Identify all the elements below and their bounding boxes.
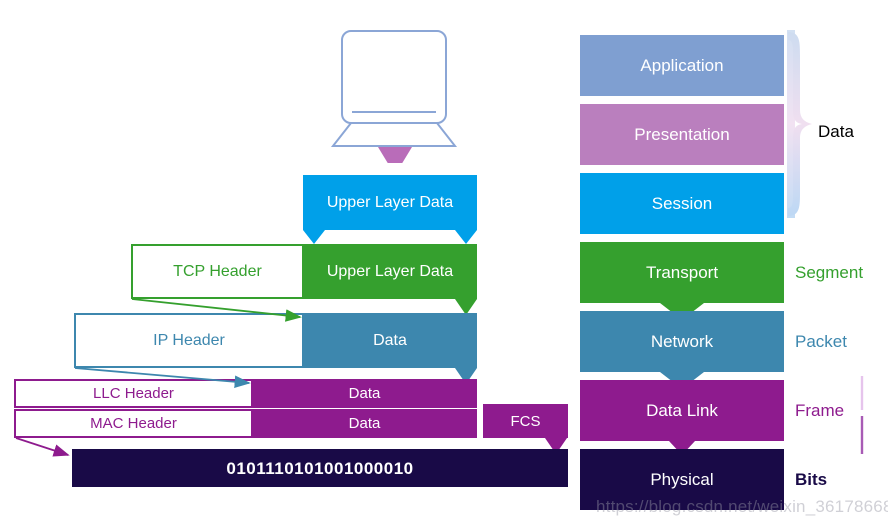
data-brace — [787, 30, 812, 218]
block-physical-bits: 0101110101001000010 — [72, 449, 568, 487]
osi-layer-label: Transport — [645, 263, 719, 282]
block-label: Data — [348, 415, 381, 432]
block-session-upper-layer-data: Upper Layer Data — [303, 175, 477, 230]
block-llc-payload: Data — [252, 379, 477, 408]
diagram-canvas: Upper Layer Data Upper Layer Data TCP He… — [0, 0, 888, 529]
block-label: Data — [348, 385, 381, 402]
block-label: MAC Header — [90, 415, 177, 432]
osi-layer-network[interactable]: Network — [580, 311, 784, 389]
notch-session-right — [455, 230, 477, 244]
block-transport-payload: Upper Layer Data — [303, 244, 477, 299]
block-tcp-header: TCP Header — [131, 244, 304, 299]
osi-pdu-network: Packet — [795, 311, 847, 372]
osi-layer-label: Application — [640, 56, 724, 75]
osi-pdu-label: Frame — [795, 400, 845, 420]
osi-pdu-label: Bits — [795, 469, 828, 489]
osi-pdu-transport: Segment — [795, 242, 863, 303]
block-label: FCS — [510, 412, 541, 430]
block-ip-header: IP Header — [74, 313, 304, 368]
watermark: https://blog.csdn.net/weixin_36178668 — [596, 497, 888, 516]
frame-brace-fragment — [860, 376, 864, 454]
block-mac-header: MAC Header — [14, 409, 253, 438]
osi-layer-label: Network — [650, 332, 714, 351]
osi-pdu-datalink: Frame — [795, 380, 844, 441]
block-mac-payload: Data — [252, 409, 477, 438]
laptop-down-arrow — [378, 147, 412, 163]
osi-layer-datalink[interactable]: Data Link — [580, 380, 784, 455]
osi-pdu-label: Segment — [795, 262, 864, 282]
osi-layer-label: Data Link — [646, 401, 718, 420]
block-label: Upper Layer Data — [326, 193, 454, 211]
laptop-illustration — [330, 30, 458, 163]
block-label: Data — [373, 331, 407, 349]
osi-layer-session[interactable]: Session — [580, 173, 784, 234]
block-label: 0101110101001000010 — [226, 458, 414, 478]
osi-layer-transport[interactable]: Transport — [580, 242, 784, 320]
arrow-mac-to-physical — [15, 437, 70, 457]
block-llc-header: LLC Header — [14, 379, 253, 408]
block-label: LLC Header — [93, 385, 174, 402]
osi-layer-application[interactable]: Application — [580, 35, 784, 96]
osi-layer-label: Session — [651, 194, 713, 213]
osi-layer-label: Physical — [650, 470, 714, 489]
block-label: Upper Layer Data — [326, 262, 454, 280]
block-label: IP Header — [153, 331, 225, 349]
osi-pdu-label: Packet — [795, 331, 847, 351]
osi-layer-presentation[interactable]: Presentation — [580, 104, 784, 165]
osi-layer-label: Presentation — [634, 125, 730, 144]
notch-session-left — [303, 230, 325, 244]
block-fcs-trailer: FCS — [483, 404, 568, 438]
data-brace-label: Data — [818, 122, 854, 141]
block-label: TCP Header — [173, 262, 262, 280]
block-network-payload: Data — [303, 313, 477, 368]
